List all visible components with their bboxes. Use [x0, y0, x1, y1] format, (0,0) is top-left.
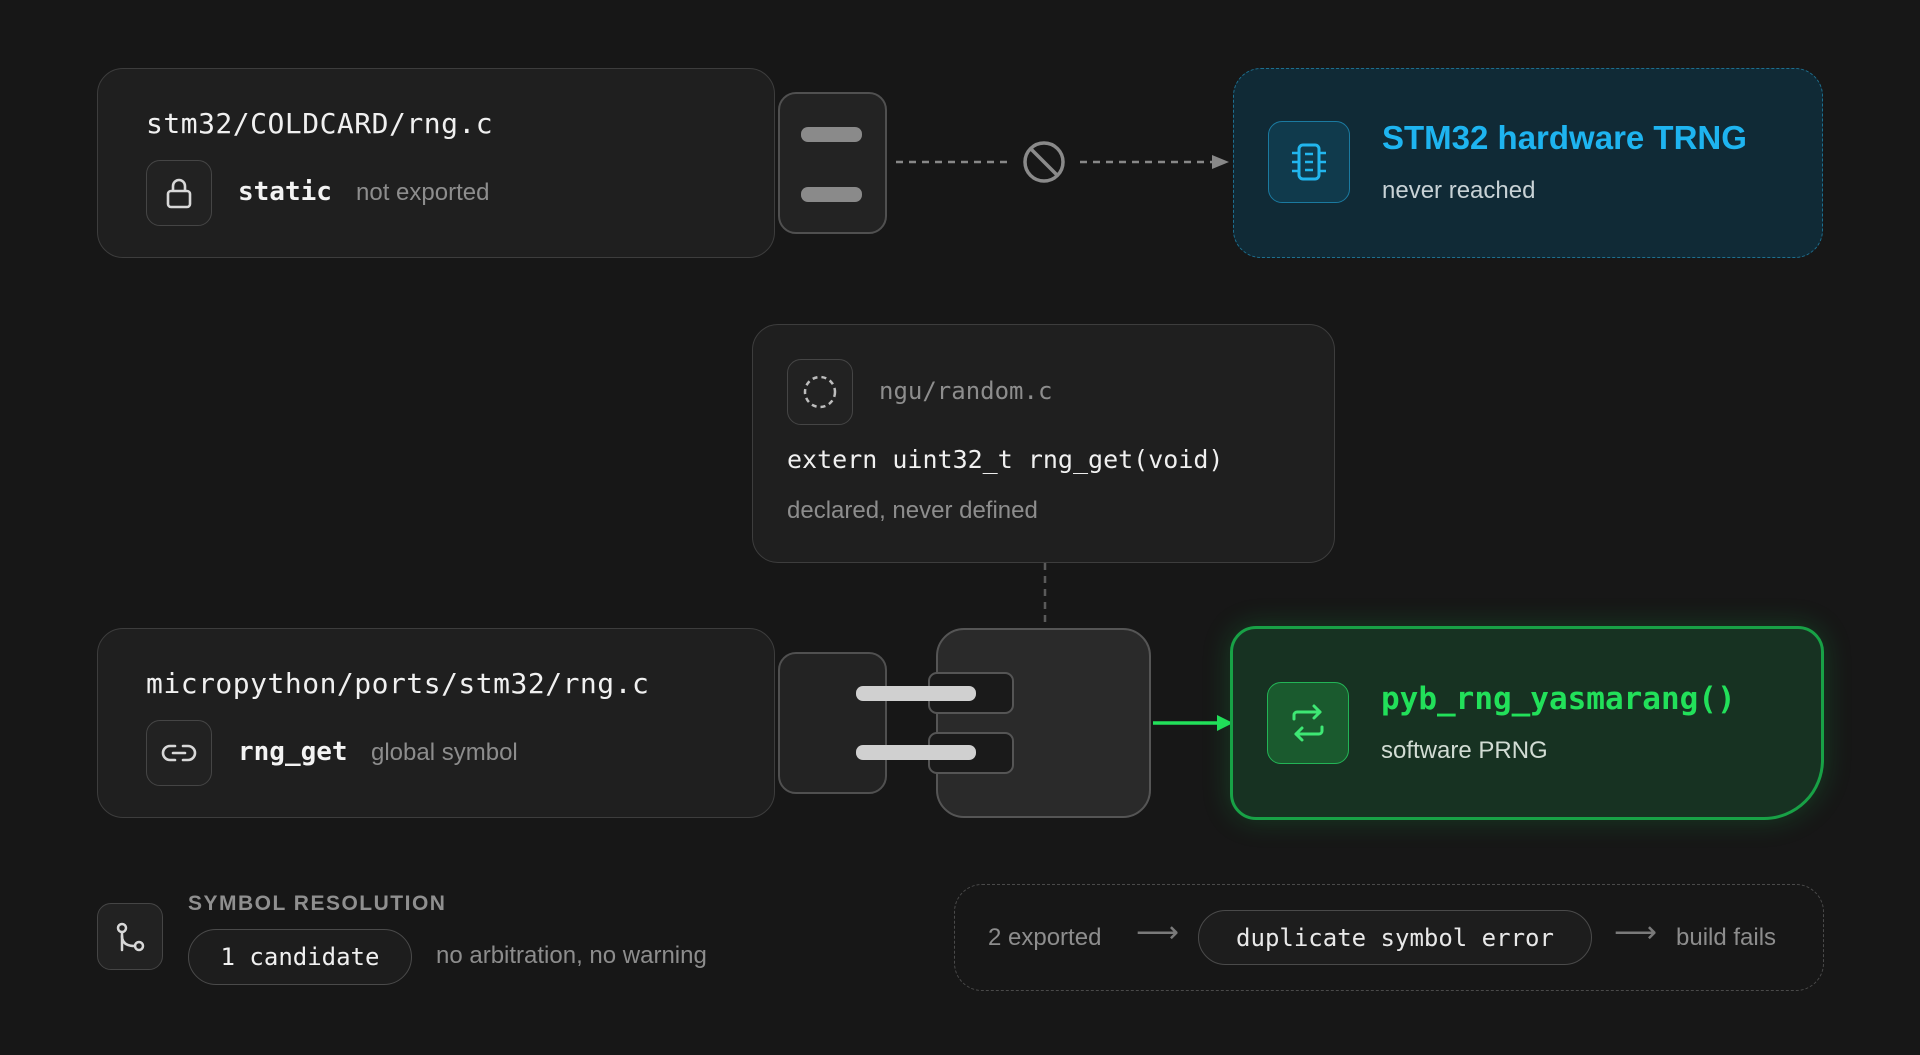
- duplicate-symbol-error-badge: duplicate symbol error: [1198, 910, 1592, 965]
- exported-count: 2 exported: [988, 924, 1102, 951]
- connected-plug: [778, 652, 887, 794]
- swap-arrows-icon: [1267, 682, 1349, 764]
- blocked-connector: [896, 141, 1229, 183]
- extern-declaration: extern uint32_t rng_get(void): [787, 445, 1224, 474]
- trng-subtitle: never reached: [1382, 177, 1536, 204]
- blocked-icon: [1023, 141, 1065, 183]
- lock-icon: [146, 160, 212, 226]
- trng-title: STM32 hardware TRNG: [1382, 119, 1747, 156]
- arrow-right-icon: ⟶: [1136, 916, 1180, 949]
- dashed-circle-icon: [787, 359, 853, 425]
- ngu-file-path: ngu/random.c: [879, 377, 1053, 405]
- branch-icon: [97, 903, 163, 970]
- link-icon: [146, 720, 212, 786]
- declared-never-defined: declared, never defined: [787, 497, 1038, 524]
- plug-pin-lower: [801, 187, 862, 202]
- prng-subtitle: software PRNG: [1381, 737, 1548, 764]
- plug-pin-upper: [801, 127, 862, 142]
- resolved-connector: [1153, 715, 1233, 731]
- resolution-note: no arbitration, no warning: [436, 942, 707, 969]
- static-source-card: stm32/COLDCARD/rng.c static not exported: [97, 68, 775, 258]
- static-keyword: static: [238, 177, 332, 207]
- plug-pin-lower: [856, 745, 976, 760]
- source-file-path: stm32/COLDCARD/rng.c: [146, 107, 494, 140]
- chip-icon: [1268, 121, 1350, 203]
- ngu-random-card: ngu/random.c extern uint32_t rng_get(voi…: [752, 324, 1335, 563]
- plug-pin-upper: [856, 686, 976, 701]
- build-fails-label: build fails: [1676, 924, 1777, 951]
- not-exported-label: not exported: [356, 179, 490, 206]
- candidate-count-badge: 1 candidate: [188, 929, 412, 985]
- disconnected-plug: [778, 92, 887, 234]
- prng-function-name: pyb_rng_yasmarang(): [1381, 681, 1736, 717]
- arrow-right-icon: ⟶: [1614, 916, 1658, 949]
- rng-get-symbol: rng_get: [238, 737, 348, 767]
- linker-socket: [928, 628, 1151, 818]
- software-prng-card: pyb_rng_yasmarang() software PRNG: [1230, 626, 1824, 820]
- hardware-trng-card: STM32 hardware TRNG never reached: [1233, 68, 1823, 258]
- symbol-resolution-heading: SYMBOL RESOLUTION: [188, 892, 447, 915]
- source-file-path: micropython/ports/stm32/rng.c: [146, 667, 650, 700]
- global-symbol-label: global symbol: [371, 739, 518, 766]
- global-source-card: micropython/ports/stm32/rng.c rng_get gl…: [97, 628, 775, 818]
- declaration-link-line: [1043, 563, 1047, 629]
